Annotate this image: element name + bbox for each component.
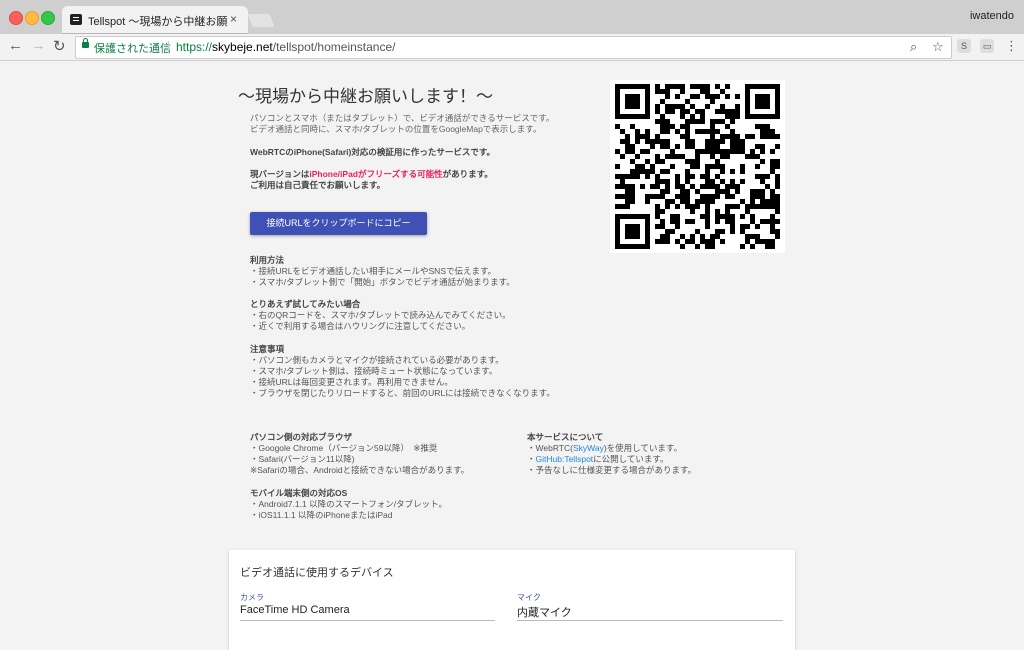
url-text[interactable]: https://skybeje.net/tellspot/homeinstanc… xyxy=(176,40,395,54)
profile-name[interactable]: iwatendo xyxy=(970,10,1014,22)
page-content: 〜現場から中継お願いします！〜 パソコンとスマホ（またはタブレット）で、ビデオ通… xyxy=(0,61,1024,650)
window-maximize-button[interactable] xyxy=(41,11,55,25)
forward-arrow-icon[interactable]: → xyxy=(31,37,46,54)
mobile-title: モバイル端末側の対応OS xyxy=(250,488,348,498)
usage-title: 利用方法 xyxy=(250,255,285,265)
about-1-suffix: )を使用しています。 xyxy=(603,443,683,453)
try-item: ・右のQRコードを、スマホ/タブレットで読み込んでみてください。 xyxy=(250,310,511,320)
browser-tab[interactable]: Tellspot 〜現場から中継お願いし × xyxy=(62,6,248,34)
pc-item: ・Safari(バージョン11以降) xyxy=(250,454,355,464)
usage-section: 利用方法 ・接続URLをビデオ通話したい相手にメールやSNSで伝えます。 ・スマ… xyxy=(250,255,515,288)
extension-s-icon[interactable]: S xyxy=(957,39,971,53)
url-path: /tellspot/homeinstance/ xyxy=(272,40,396,54)
address-bar[interactable]: 保護された通信 https://skybeje.net/tellspot/hom… xyxy=(75,36,952,59)
search-icon[interactable]: ⌕ xyxy=(910,39,917,55)
pc-item: ・Googole Chrome（バージョン59以降） ※推奨 xyxy=(250,443,438,453)
warning-text: 現バージョンはiPhone/iPadがフリーズする可能性があります。 ご利用は自… xyxy=(250,169,493,191)
mic-label: マイク xyxy=(517,593,541,602)
notes-item: ・ブラウザを閉じたりリロードすると、前回のURLには接続できなくなります。 xyxy=(250,388,555,398)
window-titlebar: Tellspot 〜現場から中継お願いし × iwatendo xyxy=(0,0,1024,34)
url-scheme: https:// xyxy=(176,40,213,54)
window-close-button[interactable] xyxy=(9,11,23,25)
about-item: ・WebRTC(SkyWay)を使用しています。 xyxy=(527,443,696,454)
about-section: 本サービスについて ・WebRTC(SkyWay)を使用しています。 ・GitH… xyxy=(527,432,696,476)
about-item: ・GitHub:Tellspotに公開しています。 xyxy=(527,454,696,465)
mic-underline xyxy=(517,620,783,621)
camera-select[interactable]: FaceTime HD Camera xyxy=(240,604,350,616)
try-item: ・近くで利用する場合はハウリングに注意してください。 xyxy=(250,321,471,331)
warning-suffix: があります。 xyxy=(442,169,493,179)
github-link[interactable]: GitHub:Tellspot xyxy=(536,454,594,464)
notes-section: 注意事項 ・パソコン側もカメラとマイクが接続されている必要があります。 ・スマホ… xyxy=(250,344,555,399)
usage-item: ・スマホ/タブレット側で「開始」ボタンでビデオ通話が始まります。 xyxy=(250,277,515,287)
about-title: 本サービスについて xyxy=(527,432,604,442)
qr-code-image xyxy=(615,84,780,249)
mobile-os-section: モバイル端末側の対応OS ・Android7.1.1 以降のスマートフォン/タブ… xyxy=(250,488,447,521)
qr-code xyxy=(610,80,785,253)
usage-item: ・接続URLをビデオ通話したい相手にメールやSNSで伝えます。 xyxy=(250,266,497,276)
camera-underline xyxy=(240,620,495,621)
divider xyxy=(168,41,169,54)
tab-close-icon[interactable]: × xyxy=(230,12,237,26)
window-minimize-button[interactable] xyxy=(25,11,39,25)
notes-item: ・パソコン側もカメラとマイクが接続されている必要があります。 xyxy=(250,355,504,365)
about-item: ・予告なしに仕様変更する場合があります。 xyxy=(527,465,697,475)
about-2-prefix: ・ xyxy=(527,454,536,464)
warning-prefix: 現バージョンは xyxy=(250,169,310,179)
try-section: とりあえず試してみたい場合 ・右のQRコードを、スマホ/タブレットで読み込んでみ… xyxy=(250,299,511,332)
about-2-suffix: に公開しています。 xyxy=(593,454,669,464)
mic-select[interactable]: 内蔵マイク xyxy=(517,604,572,620)
browser-toolbar: ← → ↻ 保護された通信 https://skybeje.net/tellsp… xyxy=(0,34,1024,61)
pc-browser-section: パソコン側の対応ブラウザ ・Googole Chrome（バージョン59以降） … xyxy=(250,432,469,476)
warning-line-2: ご利用は自己責任でお願いします。 xyxy=(250,180,386,190)
star-icon[interactable]: ☆ xyxy=(932,39,944,55)
try-title: とりあえず試してみたい場合 xyxy=(250,299,361,309)
tab-title: Tellspot 〜現場から中継お願いし xyxy=(88,16,228,28)
intro-line-1: パソコンとスマホ（またはタブレット）で、ビデオ通話ができるサービスです。 xyxy=(250,113,555,123)
devices-title: ビデオ通話に使用するデバイス xyxy=(240,567,394,579)
webrtc-note: WebRTCのiPhone(Safari)対応の検証用に作ったサービスです。 xyxy=(250,147,495,158)
extension-cast-icon[interactable]: ▭ xyxy=(980,39,994,53)
secure-label: 保護された通信 xyxy=(94,43,171,55)
camera-label: カメラ xyxy=(240,593,264,602)
notes-item: ・接続URLは毎回変更されます。再利用できません。 xyxy=(250,377,453,387)
pc-title: パソコン側の対応ブラウザ xyxy=(250,432,353,442)
intro-line-2: ビデオ通話と同時に、スマホ/タブレットの位置をGoogleMapで表示します。 xyxy=(250,124,542,134)
warning-highlight: iPhone/iPadがフリーズする可能性 xyxy=(309,169,443,179)
page-title: 〜現場から中継お願いします！〜 xyxy=(238,87,493,106)
about-1-prefix: ・WebRTC( xyxy=(527,443,573,453)
copy-url-button[interactable]: 接続URLをクリップボードにコピー xyxy=(250,212,427,235)
back-arrow-icon[interactable]: ← xyxy=(8,37,23,54)
lock-icon xyxy=(82,38,89,48)
url-host: skybeje.net xyxy=(212,40,273,54)
reload-icon[interactable]: ↻ xyxy=(53,37,66,55)
skyway-link[interactable]: SkyWay xyxy=(573,443,604,453)
notes-item: ・スマホ/タブレット側は、接続時ミュート状態になっています。 xyxy=(250,366,498,376)
mobile-item: ・iOS11.1.1 以降のiPhoneまたはiPad xyxy=(250,510,393,520)
chat-favicon-icon xyxy=(70,14,82,25)
new-tab-button[interactable] xyxy=(247,14,275,27)
mobile-item: ・Android7.1.1 以降のスマートフォン/タブレット。 xyxy=(250,499,448,509)
notes-title: 注意事項 xyxy=(250,344,285,354)
devices-card: ビデオ通話に使用するデバイス カメラ FaceTime HD Camera マイ… xyxy=(229,550,795,650)
pc-item: ※Safariの場合、Androidと接続できない場合があります。 xyxy=(250,465,470,475)
menu-icon[interactable]: ⋮ xyxy=(1005,38,1018,54)
intro-text: パソコンとスマホ（またはタブレット）で、ビデオ通話ができるサービスです。 ビデオ… xyxy=(250,113,554,135)
webrtc-note-text: WebRTCのiPhone(Safari)対応の検証用に作ったサービスです。 xyxy=(250,147,496,157)
